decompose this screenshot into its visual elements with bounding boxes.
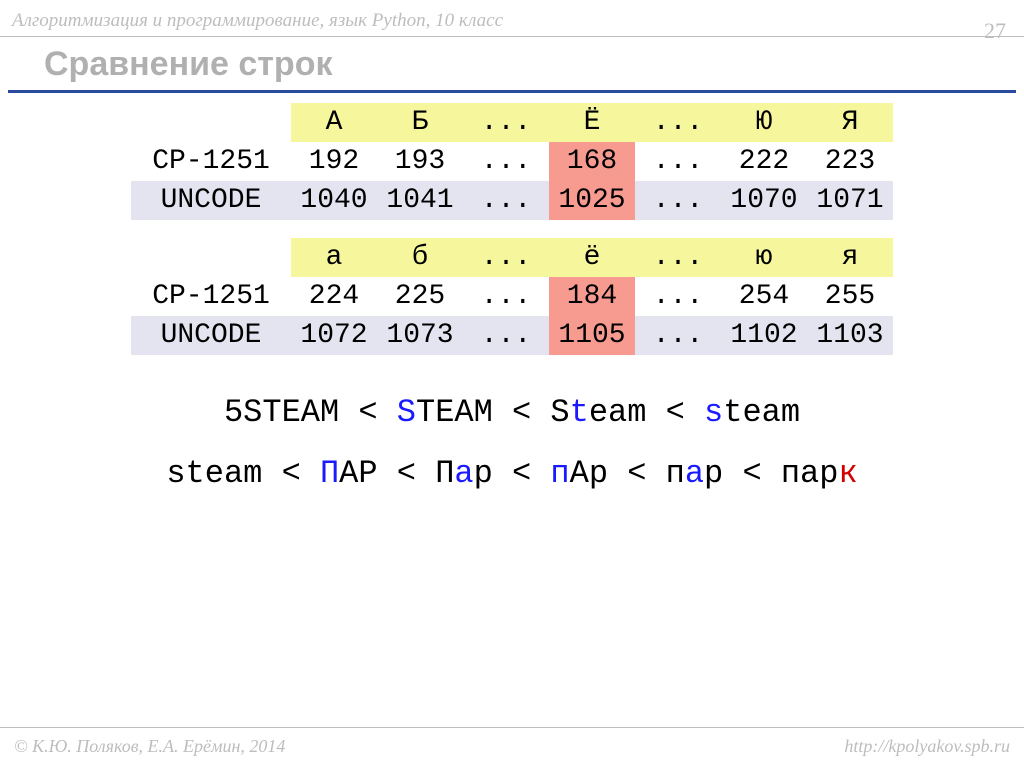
example-line-1: 5STEAM < STEAM < Steam < steam: [0, 383, 1024, 444]
cell: 1041: [377, 181, 463, 220]
cell: 1025: [549, 181, 635, 220]
example-fragment: TEAM < S: [416, 394, 570, 431]
column-header: А: [291, 103, 377, 142]
example-fragment: П: [320, 455, 339, 492]
example-fragment: р <: [474, 455, 551, 492]
code-table-1: АБ...Ё...ЮЯCP-1251192193...168...222223U…: [131, 103, 893, 220]
cell: 1070: [721, 181, 807, 220]
column-header: Б: [377, 103, 463, 142]
column-header: ...: [463, 103, 549, 142]
cell: 1071: [807, 181, 893, 220]
code-table-2: аб...ё...юяCP-1251224225...184...254255U…: [131, 238, 893, 355]
cell: 168: [549, 142, 635, 181]
example-fragment: t: [570, 394, 589, 431]
cell: 1103: [807, 316, 893, 355]
row-label: CP-1251: [131, 277, 291, 316]
cell: ...: [635, 277, 721, 316]
footer-url: http://kpolyakov.spb.ru: [844, 736, 1010, 757]
column-header: ...: [635, 238, 721, 277]
column-header: ё: [549, 238, 635, 277]
column-header: я: [807, 238, 893, 277]
header-bar: Алгоритмизация и программирование, язык …: [0, 0, 1024, 37]
course-label: Алгоритмизация и программирование, язык …: [12, 10, 503, 32]
cell: 1105: [549, 316, 635, 355]
example-fragment: а: [685, 455, 704, 492]
footer-bar: © К.Ю. Поляков, Е.А. Ерёмин, 2014 http:/…: [0, 727, 1024, 767]
copyright-label: © К.Ю. Поляков, Е.А. Ерёмин, 2014: [14, 736, 285, 757]
column-header: ...: [635, 103, 721, 142]
example-fragment: steam <: [166, 455, 320, 492]
cell: 1073: [377, 316, 463, 355]
row-label: UNCODE: [131, 316, 291, 355]
column-header: ю: [721, 238, 807, 277]
example-line-2: steam < ПАР < Пар < пАр < пар < парк: [0, 444, 1024, 505]
column-header: Я: [807, 103, 893, 142]
column-header: Ю: [721, 103, 807, 142]
example-fragment: р < пар: [704, 455, 838, 492]
cell: 184: [549, 277, 635, 316]
cell: 192: [291, 142, 377, 181]
cell: 223: [807, 142, 893, 181]
page-number: 27: [984, 18, 1012, 44]
cell: 1102: [721, 316, 807, 355]
table-corner: [131, 238, 291, 277]
example-fragment: s: [704, 394, 723, 431]
cell: 225: [377, 277, 463, 316]
table-corner: [131, 103, 291, 142]
example-fragment: АР < П: [339, 455, 454, 492]
comparison-examples: 5STEAM < STEAM < Steam < steam steam < П…: [0, 383, 1024, 505]
cell: ...: [463, 316, 549, 355]
cell: ...: [463, 277, 549, 316]
example-fragment: S: [397, 394, 416, 431]
cell: ...: [463, 181, 549, 220]
example-fragment: eam <: [589, 394, 704, 431]
example-fragment: Ар < п: [570, 455, 685, 492]
example-fragment: 5STEAM <: [224, 394, 397, 431]
column-header: а: [291, 238, 377, 277]
cell: 1072: [291, 316, 377, 355]
example-fragment: п: [550, 455, 569, 492]
example-fragment: team: [723, 394, 800, 431]
column-header: Ё: [549, 103, 635, 142]
cell: 255: [807, 277, 893, 316]
page-title: Сравнение строк: [8, 37, 1016, 93]
cell: 222: [721, 142, 807, 181]
row-label: CP-1251: [131, 142, 291, 181]
example-fragment: к: [838, 455, 857, 492]
column-header: б: [377, 238, 463, 277]
tables-container: АБ...Ё...ЮЯCP-1251192193...168...222223U…: [0, 103, 1024, 355]
row-label: UNCODE: [131, 181, 291, 220]
cell: 193: [377, 142, 463, 181]
cell: ...: [463, 142, 549, 181]
cell: ...: [635, 142, 721, 181]
cell: 1040: [291, 181, 377, 220]
example-fragment: а: [454, 455, 473, 492]
cell: 254: [721, 277, 807, 316]
cell: ...: [635, 316, 721, 355]
column-header: ...: [463, 238, 549, 277]
cell: 224: [291, 277, 377, 316]
cell: ...: [635, 181, 721, 220]
